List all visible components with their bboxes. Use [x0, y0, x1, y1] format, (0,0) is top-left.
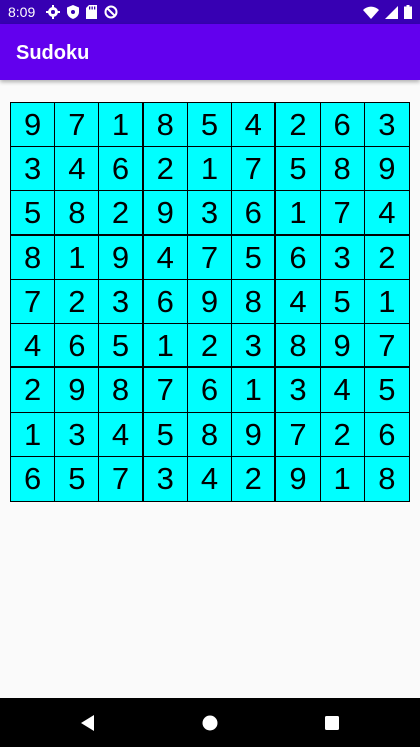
sudoku-cell[interactable]: 8: [320, 147, 365, 192]
sudoku-cell[interactable]: 2: [143, 147, 188, 192]
sudoku-cell[interactable]: 5: [55, 456, 100, 501]
sudoku-cell[interactable]: 3: [11, 147, 56, 192]
sudoku-cell[interactable]: 3: [187, 191, 233, 236]
sudoku-cell[interactable]: 5: [320, 279, 365, 325]
sudoku-cell[interactable]: 4: [232, 103, 277, 148]
sudoku-cell[interactable]: 8: [99, 368, 144, 413]
recents-icon[interactable]: [320, 711, 344, 735]
sudoku-cell[interactable]: 1: [187, 147, 233, 192]
sudoku-cell[interactable]: 4: [364, 191, 409, 236]
sudoku-cell[interactable]: 3: [364, 103, 409, 148]
sudoku-cell[interactable]: 9: [276, 456, 321, 501]
sudoku-cell[interactable]: 1: [99, 103, 144, 148]
battery-icon: [404, 5, 412, 19]
sudoku-cell[interactable]: 9: [232, 412, 277, 457]
sudoku-cell[interactable]: 2: [187, 324, 233, 369]
sudoku-cell[interactable]: 5: [143, 412, 188, 457]
sudoku-cell[interactable]: 8: [276, 324, 321, 369]
sudoku-cell[interactable]: 9: [143, 191, 188, 236]
sudoku-cell[interactable]: 6: [276, 235, 321, 280]
sudoku-cell[interactable]: 5: [11, 191, 56, 236]
wifi-icon: [363, 6, 379, 19]
sudoku-cell[interactable]: 6: [99, 147, 144, 192]
sudoku-cell[interactable]: 3: [276, 368, 321, 413]
sudoku-cell[interactable]: 3: [55, 412, 100, 457]
home-icon[interactable]: [198, 711, 222, 735]
sudoku-cell[interactable]: 9: [99, 235, 144, 280]
sudoku-cell[interactable]: 1: [232, 368, 277, 413]
sudoku-cell[interactable]: 7: [11, 279, 56, 325]
sudoku-cell[interactable]: 1: [11, 412, 56, 457]
sudoku-cell[interactable]: 5: [276, 147, 321, 192]
sudoku-cell[interactable]: 8: [365, 457, 409, 501]
sd-card-icon: [86, 5, 97, 19]
sudoku-cell[interactable]: 4: [99, 412, 144, 457]
sudoku-cell[interactable]: 7: [187, 235, 233, 280]
app-title: Sudoku: [16, 42, 90, 64]
sudoku-cell[interactable]: 8: [232, 279, 277, 325]
sudoku-cell[interactable]: 1: [321, 456, 365, 501]
sudoku-cell[interactable]: 9: [55, 368, 100, 413]
signal-icon: [385, 5, 398, 19]
status-bar: 8:09: [0, 0, 420, 24]
sudoku-cell[interactable]: 2: [276, 103, 321, 148]
sudoku-cell[interactable]: 4: [143, 235, 188, 280]
navigation-bar: [0, 698, 420, 747]
sudoku-cell[interactable]: 6: [143, 279, 188, 325]
sudoku-cell[interactable]: 2: [11, 368, 56, 413]
sudoku-cell[interactable]: 2: [232, 456, 277, 501]
app-bar: Sudoku: [0, 24, 420, 80]
sudoku-board: 9718542633462175895829361748194756327236…: [10, 102, 410, 502]
sudoku-cell[interactable]: 2: [55, 279, 100, 325]
sudoku-cell[interactable]: 3: [144, 456, 188, 501]
sudoku-cell[interactable]: 1: [143, 324, 188, 369]
sudoku-cell[interactable]: 6: [11, 456, 56, 501]
sudoku-cell[interactable]: 8: [187, 412, 233, 457]
sudoku-cell[interactable]: 2: [364, 236, 409, 280]
no-disturb-icon: [104, 5, 118, 19]
notification-icons: [46, 5, 118, 19]
sudoku-cell[interactable]: 1: [276, 191, 321, 236]
sudoku-cell[interactable]: 7: [364, 324, 409, 369]
sudoku-cell[interactable]: 3: [232, 324, 277, 369]
sudoku-cell[interactable]: 4: [55, 147, 100, 192]
sudoku-cell[interactable]: 4: [188, 456, 233, 501]
sudoku-cell[interactable]: 8: [55, 191, 100, 236]
sudoku-cell[interactable]: 7: [320, 191, 365, 236]
sudoku-cell[interactable]: 7: [276, 412, 321, 457]
sudoku-cell[interactable]: 1: [55, 235, 100, 280]
back-icon[interactable]: [76, 711, 100, 735]
sudoku-cell[interactable]: 9: [320, 324, 365, 369]
sudoku-cell[interactable]: 1: [364, 280, 409, 325]
system-icons: [363, 5, 412, 19]
sudoku-cell[interactable]: 7: [55, 103, 100, 148]
sudoku-cell[interactable]: 5: [364, 368, 409, 413]
sudoku-cell[interactable]: 8: [143, 103, 188, 148]
sudoku-cell[interactable]: 4: [11, 324, 56, 369]
sudoku-cell[interactable]: 9: [11, 103, 56, 148]
sudoku-cell[interactable]: 5: [99, 324, 144, 369]
sudoku-cell[interactable]: 2: [320, 412, 365, 457]
sudoku-cell[interactable]: 5: [232, 235, 277, 280]
sudoku-cell[interactable]: 9: [187, 279, 233, 325]
sudoku-cell[interactable]: 6: [320, 103, 365, 148]
sudoku-cell[interactable]: 2: [99, 191, 144, 236]
sudoku-cell[interactable]: 6: [364, 413, 409, 457]
sudoku-cell[interactable]: 4: [276, 279, 321, 325]
sudoku-cell[interactable]: 3: [320, 235, 365, 280]
sudoku-cell[interactable]: 6: [187, 368, 233, 413]
sudoku-cell[interactable]: 6: [55, 324, 100, 369]
sudoku-cell[interactable]: 6: [232, 191, 277, 236]
status-time: 8:09: [8, 4, 36, 20]
gear-icon: [46, 5, 60, 19]
sudoku-cell[interactable]: 7: [99, 456, 144, 501]
sudoku-cell[interactable]: 8: [11, 235, 56, 280]
sudoku-cell[interactable]: 5: [187, 103, 233, 148]
sudoku-cell[interactable]: 7: [232, 147, 277, 192]
sudoku-cell[interactable]: 3: [99, 279, 144, 325]
sudoku-cell[interactable]: 9: [364, 147, 409, 192]
sudoku-cell[interactable]: 7: [143, 368, 188, 413]
sudoku-cell[interactable]: 4: [320, 368, 365, 413]
shield-icon: [67, 5, 79, 19]
